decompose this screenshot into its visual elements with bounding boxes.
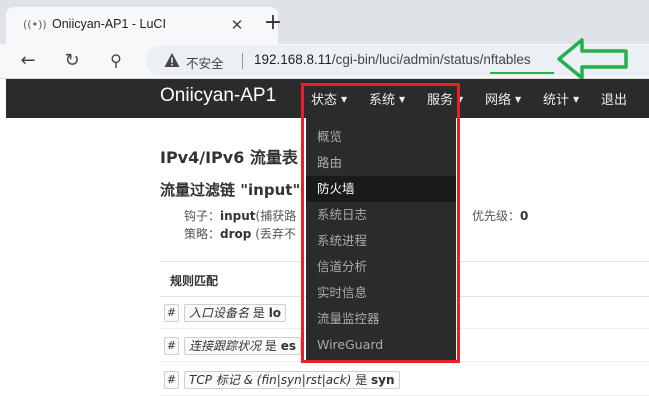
caret-down-icon: ▼ [573, 95, 580, 104]
brand-title[interactable]: Oniicyan-AP1 [160, 85, 276, 107]
omnibox-divider [242, 53, 243, 69]
url-host: 192.168.8.11 [254, 52, 332, 67]
rule-field: TCP 标记 & (fin|syn|rst|ack) [189, 373, 352, 387]
rule-op: 是 [264, 339, 277, 353]
close-tab-icon[interactable]: ✕ [228, 16, 246, 34]
reload-button[interactable]: ↻ [60, 49, 84, 73]
menu-statistics[interactable]: 统计 ▼ [543, 89, 579, 108]
priority-value: 0 [520, 209, 529, 223]
policy-label: 策略： [184, 227, 221, 241]
hash-badge: # [164, 304, 179, 322]
rule-value: lo [268, 306, 282, 320]
search-icon[interactable]: ⚲ [104, 49, 128, 73]
rule-op: 是 [355, 373, 368, 387]
url-text[interactable]: 192.168.8.11/cgi-bin/luci/admin/status/n… [254, 52, 531, 67]
new-tab-button[interactable]: + [262, 12, 284, 34]
insecure-label: 不安全 [186, 57, 224, 71]
warning-icon[interactable] [164, 52, 180, 68]
chain-policy: 策略：drop (丢弃不 [184, 225, 296, 242]
browser-tab-bar: ((•)) Oniicyan-AP1 - LuCI ✕ + [0, 0, 649, 44]
table-row: # TCP 标记 & (fin|syn|rst|ack) 是 syn [160, 365, 649, 396]
chain-hook: 钩子：input(捕获路 [184, 207, 296, 224]
menu-label: 统计 [543, 93, 570, 108]
hash-badge: # [164, 371, 179, 389]
menu-label: 网络 [485, 93, 512, 108]
menu-logout[interactable]: 退出 [601, 89, 627, 108]
chain-priority: 优先级：0 [472, 207, 528, 224]
hook-note: (捕获路 [255, 209, 297, 223]
column-header-match: 规则匹配 [170, 274, 219, 288]
policy-value: drop [220, 227, 252, 241]
browser-tab[interactable]: ((•)) Oniicyan-AP1 - LuCI ✕ [6, 7, 278, 44]
annotation-arrow-icon [557, 38, 628, 80]
chain-title: 流量过滤链 "input" [160, 181, 301, 199]
annotation-underline [490, 72, 554, 74]
rule-value: syn [371, 373, 395, 387]
tab-title: Oniicyan-AP1 - LuCI [52, 17, 166, 31]
back-button[interactable]: ← [16, 49, 40, 73]
hook-label: 钩子： [184, 209, 221, 223]
rule-value: es [280, 339, 296, 353]
rule-field: 入口设备名 [189, 306, 250, 320]
priority-label: 优先级： [472, 209, 521, 223]
hook-value: input [220, 209, 256, 223]
caret-down-icon: ▼ [515, 95, 522, 104]
rule-match: 入口设备名 是 lo [184, 304, 287, 322]
menu-label: 退出 [601, 93, 628, 108]
rule-op: 是 [252, 306, 265, 320]
rule-match: 连接跟踪状况 是 es [184, 337, 301, 355]
annotation-highlight-box [301, 83, 460, 363]
page-title: IPv4/IPv6 流量表 [160, 148, 298, 167]
rule-field: 连接跟踪状况 [189, 339, 262, 353]
policy-note: (丢弃不 [255, 227, 296, 241]
url-path: /cgi-bin/luci/admin/status/nftables [331, 52, 531, 67]
rule-match: TCP 标记 & (fin|syn|rst|ack) 是 syn [184, 371, 400, 389]
menu-network[interactable]: 网络 ▼ [485, 89, 521, 108]
favicon-icon: ((•)) [23, 18, 47, 31]
hash-badge: # [164, 337, 179, 355]
